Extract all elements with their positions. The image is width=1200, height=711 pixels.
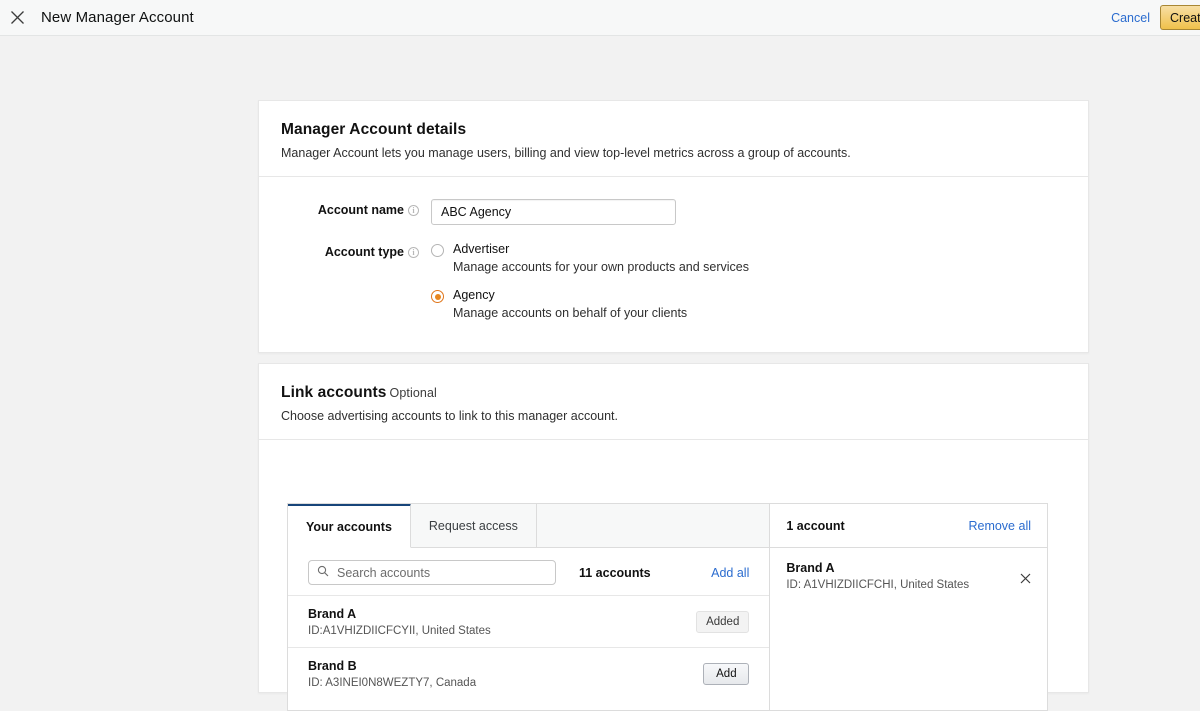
details-card-subtitle: Manager Account lets you manage users, b… (281, 146, 851, 160)
account-name: Brand A (308, 607, 357, 621)
page-body: Manager Account details Manager Account … (0, 36, 1200, 711)
tab-request-access[interactable]: Request access (411, 504, 537, 548)
accounts-search-row: 11 accounts Add all (288, 548, 769, 595)
account-name-label-text: Account name (317, 203, 404, 217)
account-info: Brand A ID:A1VHIZDIICFCYII, United State… (308, 607, 696, 637)
manager-account-details-card: Manager Account details Manager Account … (258, 100, 1089, 353)
remove-account-button[interactable] (1015, 570, 1035, 590)
account-added-button[interactable]: Added (696, 611, 750, 633)
radio-option-advertiser[interactable]: Advertiser Manage accounts for your own … (431, 242, 749, 275)
details-card-title: Manager Account details (281, 121, 467, 138)
radio-texts-advertiser: Advertiser Manage accounts for your own … (453, 242, 749, 275)
account-name-label: Account name i (259, 199, 431, 225)
account-type-label-text: Account type (324, 245, 404, 259)
link-card-optional-badge: Optional (389, 386, 437, 400)
accounts-tabs: Your accounts Request access (288, 504, 770, 548)
add-all-button[interactable]: Add all (711, 566, 749, 580)
account-type-label: Account type i (259, 241, 431, 321)
link-card-subtitle: Choose advertising accounts to link to t… (281, 409, 618, 423)
selected-count-label: 1 account (786, 518, 845, 533)
account-info: Brand B ID: A3INEI0N8WEZTY7, Canada (308, 659, 703, 689)
account-name: Brand B (308, 659, 357, 673)
page-title: New Manager Account (41, 9, 194, 26)
info-icon[interactable]: i (408, 205, 419, 216)
search-accounts-input[interactable] (335, 564, 535, 581)
remove-all-button[interactable]: Remove all (968, 519, 1031, 533)
link-card-title: Link accounts Optional (281, 384, 1066, 402)
top-bar-actions: Cancel Create (1101, 0, 1200, 36)
account-type-row: Account type i Advertiser Manage accounts… (259, 241, 1088, 321)
info-icon[interactable]: i (408, 247, 419, 258)
close-icon (10, 10, 25, 25)
radio-indicator-advertiser[interactable] (431, 244, 444, 257)
link-card-divider (259, 439, 1088, 440)
search-icon (317, 564, 329, 582)
radio-option-agency[interactable]: Agency Manage accounts on behalf of your… (431, 288, 749, 321)
close-dialog-button[interactable] (0, 0, 34, 36)
close-icon (1020, 571, 1031, 589)
selected-account-item: Brand A ID: A1VHIZDIICFCHI, United State… (770, 548, 1047, 601)
radio-label-advertiser: Advertiser (453, 242, 510, 256)
link-card-header: Link accounts Optional Choose advertising… (259, 364, 1088, 439)
account-id: ID:A1VHIZDIICFCYII, United States (308, 625, 491, 637)
details-form: Account name i Account type i Advertiser M… (259, 177, 1088, 321)
available-accounts-panel: Your accounts Request access 11 accounts… (288, 504, 771, 710)
account-list-item: Brand A ID:A1VHIZDIICFCYII, United State… (288, 595, 770, 647)
cancel-button[interactable]: Cancel (1101, 11, 1160, 25)
create-button[interactable]: Create (1160, 5, 1200, 30)
selected-account-id: ID: A1VHIZDIICFCHI, United States (786, 579, 970, 591)
search-accounts-box[interactable] (308, 560, 556, 585)
account-count-label: 11 accounts (579, 565, 651, 580)
account-id: ID: A3INEI0N8WEZTY7, Canada (308, 677, 477, 689)
link-card-title-text: Link accounts (281, 384, 387, 401)
radio-label-agency: Agency (453, 288, 495, 302)
radio-texts-agency: Agency Manage accounts on behalf of your… (453, 288, 687, 321)
details-card-header: Manager Account details Manager Account … (259, 101, 1088, 176)
radio-description-advertiser: Manage accounts for your own products an… (453, 260, 749, 274)
top-bar: New Manager Account Cancel Create (0, 0, 1200, 36)
radio-indicator-agency[interactable] (431, 290, 444, 303)
selected-account-info: Brand A ID: A1VHIZDIICFCHI, United State… (786, 561, 1015, 591)
radio-description-agency: Manage accounts on behalf of your client… (453, 306, 688, 320)
link-accounts-panel: Your accounts Request access 11 accounts… (287, 503, 1048, 711)
selected-accounts-header: 1 account Remove all (770, 504, 1047, 548)
account-name-input[interactable] (431, 199, 676, 225)
account-type-radio-group: Advertiser Manage accounts for your own … (431, 241, 749, 321)
account-name-row: Account name i (259, 199, 1088, 225)
account-add-button[interactable]: Add (703, 663, 750, 685)
selected-accounts-panel: 1 account Remove all Brand A ID: A1VHIZD… (770, 504, 1047, 710)
tab-your-accounts[interactable]: Your accounts (288, 504, 411, 548)
selected-account-name: Brand A (786, 561, 835, 575)
account-list-item: Brand B ID: A3INEI0N8WEZTY7, Canada Add (288, 647, 770, 699)
